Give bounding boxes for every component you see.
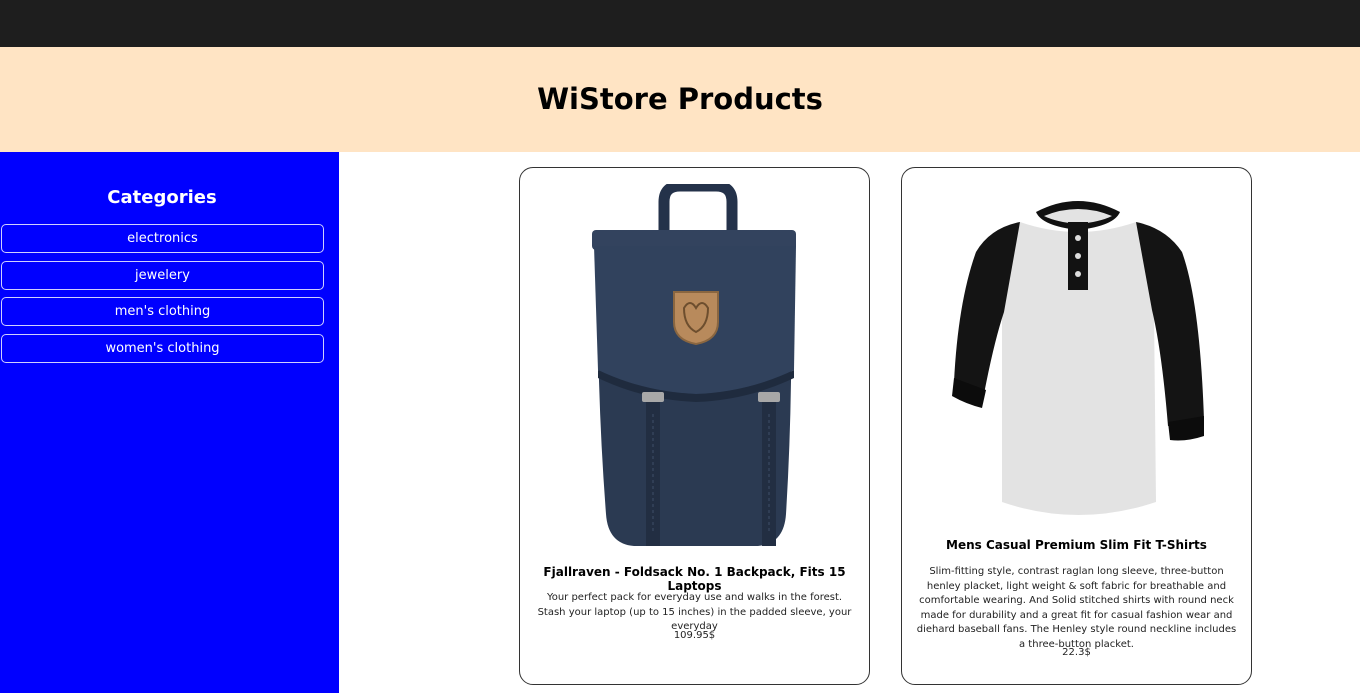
product-card[interactable]: Fjallraven - Foldsack No. 1 Backpack, Fi… <box>519 167 870 685</box>
sidebar-heading: Categories <box>107 187 217 208</box>
top-nav-bar <box>0 0 1360 47</box>
product-description: Your perfect pack for everyday use and w… <box>537 592 852 632</box>
backpack-image <box>592 184 796 546</box>
category-list: electronics jewelery men's clothing wome… <box>1 224 324 370</box>
category-button-mens-clothing[interactable]: men's clothing <box>1 297 324 326</box>
categories-sidebar: Categories electronics jewelery men's cl… <box>0 152 339 693</box>
category-button-womens-clothing[interactable]: women's clothing <box>1 333 324 363</box>
product-title: Fjallraven - Foldsack No. 1 Backpack, Fi… <box>543 565 846 593</box>
category-button-electronics[interactable]: electronics <box>1 224 324 253</box>
product-card[interactable]: Mens Casual Premium Slim Fit T-Shirts Sl… <box>901 167 1252 685</box>
page-title: WiStore Products <box>537 81 823 116</box>
product-title: Mens Casual Premium Slim Fit T-Shirts <box>946 538 1207 552</box>
product-price: 22.3$ <box>1062 647 1091 658</box>
product-price: 109.95$ <box>673 630 716 641</box>
category-button-jewelery[interactable]: jewelery <box>1 260 324 290</box>
henley-shirt-image <box>952 201 1204 515</box>
page-header: WiStore Products <box>0 47 1360 152</box>
product-description: Slim-fitting style, contrast raglan long… <box>916 566 1237 650</box>
